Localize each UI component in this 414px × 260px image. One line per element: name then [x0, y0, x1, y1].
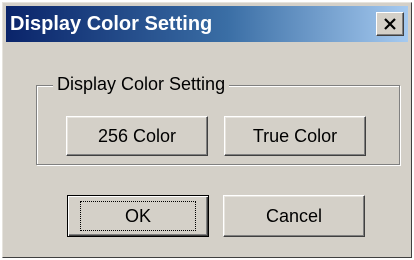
- ok-button-label: OK: [79, 201, 196, 231]
- ok-button[interactable]: OK: [67, 195, 209, 237]
- window-title: Display Color Setting: [10, 13, 213, 35]
- cancel-button[interactable]: Cancel: [223, 195, 365, 237]
- color-setting-group: Display Color Setting 256 Color True Col…: [36, 72, 400, 165]
- group-legend: Display Color Setting: [53, 72, 230, 96]
- close-icon: [384, 18, 396, 30]
- true-color-button[interactable]: True Color: [224, 116, 366, 156]
- close-button[interactable]: [376, 12, 404, 36]
- dialog-window: Display Color Setting Display Color Sett…: [2, 2, 412, 258]
- title-bar[interactable]: Display Color Setting: [6, 6, 408, 42]
- 256-color-button[interactable]: 256 Color: [66, 116, 208, 156]
